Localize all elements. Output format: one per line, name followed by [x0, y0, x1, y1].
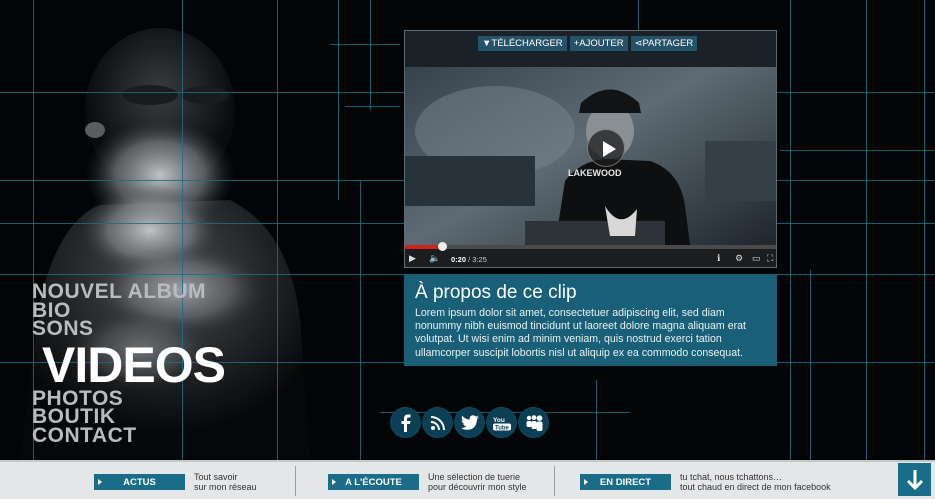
scroll-down-button[interactable]: [898, 463, 931, 496]
footer-bar: ACTUS Tout savoir sur mon réseau A L'ÉCOU…: [0, 460, 935, 499]
myspace-icon[interactable]: [518, 407, 549, 438]
time-display: 0:20 / 3:25: [451, 255, 487, 264]
youtube-icon[interactable]: You Tube: [486, 407, 517, 438]
actus-button[interactable]: ACTUS: [94, 474, 185, 490]
player-actions: ▼TÉLÉCHARGER +AJOUTER ⋖PARTAGER: [478, 36, 698, 51]
progress-fill: [405, 245, 442, 249]
grid-line: [810, 270, 811, 460]
nav-item-videos[interactable]: VIDEOS: [42, 340, 226, 390]
svg-text:You: You: [493, 417, 505, 424]
about-body: Lorem ipsum dolor sit amet, consectetuer…: [415, 307, 746, 359]
footer-desc-line: tout chaud en direct de mon facebook: [680, 482, 831, 492]
about-title: À propos de ce clip: [415, 282, 577, 303]
progress-bar[interactable]: [405, 242, 776, 251]
grid-line: [360, 180, 361, 460]
info-icon[interactable]: ℹ: [717, 253, 720, 264]
grid-line: [866, 0, 867, 460]
grid-line: [277, 0, 278, 460]
arrow-down-icon: [906, 469, 923, 490]
grid-line: [790, 0, 791, 460]
nav-item-contact[interactable]: CONTACT: [32, 425, 225, 445]
main-nav: NOUVEL ALBUM BIO SONS VIDEOS PHOTOS BOUT…: [32, 281, 226, 445]
footer-desc-line: Tout savoir: [194, 472, 238, 482]
play-small-icon[interactable]: ▶: [409, 253, 416, 264]
gear-icon[interactable]: ⚙: [735, 253, 743, 264]
facebook-icon[interactable]: [390, 407, 421, 438]
grid-line: [638, 0, 639, 30]
widescreen-icon[interactable]: ▭: [752, 253, 761, 264]
share-label: PARTAGER: [642, 38, 694, 49]
add-label: AJOUTER: [579, 38, 624, 49]
footer-divider: [295, 466, 296, 496]
video-player[interactable]: LAKEWOOD ▼TÉLÉCHARGER +AJOUTER ⋖PARTAGER…: [404, 30, 777, 268]
rss-icon[interactable]: [422, 407, 453, 438]
grid-line: [345, 106, 400, 107]
player-controls: ▶ 🔈 0:20 / 3:25 ℹ ⚙ ▭ ⛶: [405, 242, 776, 267]
download-button[interactable]: ▼TÉLÉCHARGER: [478, 36, 567, 51]
footer-section-actus: ACTUS Tout savoir sur mon réseau: [94, 468, 257, 496]
grid-line: [338, 0, 339, 200]
grid-line: [330, 44, 400, 45]
fullscreen-icon[interactable]: ⛶: [767, 253, 773, 264]
share-button[interactable]: ⋖PARTAGER: [630, 36, 698, 51]
grid-line: [370, 0, 371, 110]
footer-desc-line: tu tchat, nous tchattons…: [680, 472, 783, 482]
svg-text:Tube: Tube: [495, 425, 510, 431]
grid-line: [596, 380, 597, 460]
footer-desc-line: Une sélection de tuerie: [428, 472, 521, 482]
play-icon[interactable]: [587, 129, 625, 167]
ecoute-button[interactable]: A L'ÉCOUTE: [328, 474, 419, 490]
duration: 3:25: [472, 255, 487, 264]
footer-desc-ecoute: Une sélection de tuerie pour découvrir mo…: [428, 472, 527, 492]
footer-section-direct: EN DIRECT tu tchat, nous tchattons… tout …: [580, 468, 831, 496]
direct-button[interactable]: EN DIRECT: [580, 474, 671, 490]
about-clip-panel: À propos de ce clip Lorem ipsum dolor si…: [404, 275, 777, 366]
add-button[interactable]: +AJOUTER: [569, 36, 628, 51]
footer-divider: [554, 466, 555, 496]
footer-desc-direct: tu tchat, nous tchattons… tout chaud en d…: [680, 472, 831, 492]
twitter-icon[interactable]: [454, 407, 485, 438]
shirt-text: LAKEWOOD: [568, 168, 622, 178]
nav-item-sons[interactable]: SONS: [32, 318, 225, 338]
progress-handle[interactable]: [437, 242, 447, 251]
footer-desc-actus: Tout savoir sur mon réseau: [194, 472, 257, 492]
grid-line: [924, 0, 925, 460]
grid-line: [780, 150, 935, 151]
footer-desc-line: sur mon réseau: [194, 482, 257, 492]
download-label: TÉLÉCHARGER: [491, 38, 563, 49]
social-links: You Tube: [390, 407, 549, 438]
footer-desc-line: pour découvrir mon style: [428, 482, 527, 492]
current-time: 0:20: [451, 255, 467, 264]
main-stage: NOUVEL ALBUM BIO SONS VIDEOS PHOTOS BOUT…: [0, 0, 935, 460]
footer-section-ecoute: A L'ÉCOUTE Une sélection de tuerie pour d…: [328, 468, 527, 496]
volume-icon[interactable]: 🔈: [429, 253, 440, 264]
